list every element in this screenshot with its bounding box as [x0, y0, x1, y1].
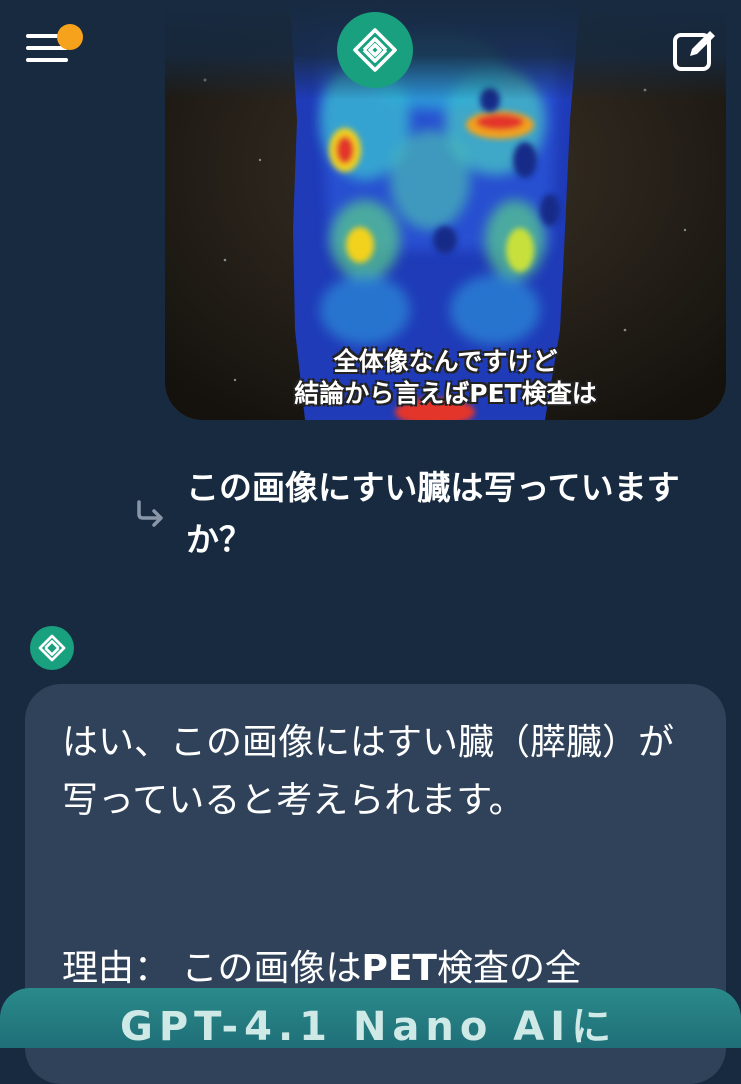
app-logo-icon[interactable] — [337, 12, 413, 88]
answer-reason-bold: PET — [361, 948, 437, 989]
answer-paragraph: はい、この画像にはすい臓（膵臓）が写っていると考えられます。 — [62, 722, 675, 821]
answer-reason-suffix: 検査の全 — [437, 948, 582, 989]
video-caption-line2: 結論から言えばPET検査は — [294, 379, 597, 408]
model-banner[interactable]: GPT-4.1 Nano AIに — [0, 988, 741, 1048]
assistant-avatar-icon — [30, 626, 74, 670]
answer-reason-prefix: 理由： この画像は — [62, 948, 362, 989]
new-chat-icon[interactable] — [670, 26, 718, 74]
menu-icon-bar — [26, 58, 68, 62]
reply-arrow-icon — [134, 498, 168, 528]
notification-dot — [57, 24, 83, 50]
video-caption-line1: 全体像なんですけど — [333, 347, 558, 376]
user-question: この画像にすい臓は写っていますか？ — [186, 468, 680, 559]
top-bar — [0, 0, 741, 100]
model-banner-text: GPT-4.1 Nano AIに — [120, 1004, 618, 1048]
